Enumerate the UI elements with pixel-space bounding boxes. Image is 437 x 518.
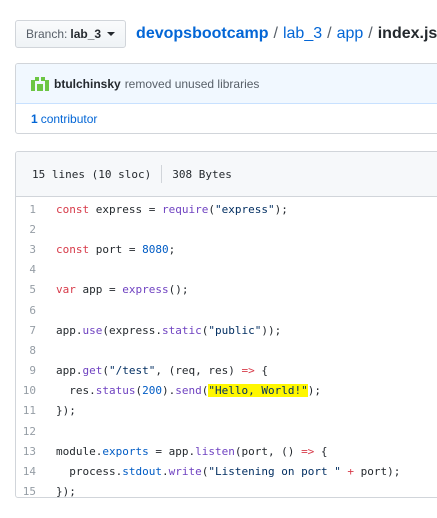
caret-down-icon <box>107 32 116 36</box>
breadcrumb-separator: / <box>368 25 373 42</box>
code-line: 12 <box>16 421 437 441</box>
commit-author-link[interactable]: btulchinsky <box>54 77 121 91</box>
branch-name: lab_3 <box>70 27 102 41</box>
contributors-count[interactable]: 1 <box>31 112 38 126</box>
code-line: 13 module.exports = app.listen(port, () … <box>16 441 437 461</box>
line-number[interactable]: 13 <box>16 445 56 458</box>
contributors-row[interactable]: 1 contributor <box>16 104 437 133</box>
code-line: 1 const express = require("express"); <box>16 199 437 219</box>
line-number[interactable]: 15 <box>16 485 56 497</box>
line-number[interactable]: 6 <box>16 304 56 317</box>
code-line: 10 res.status(200).send("Hello, World!")… <box>16 381 437 401</box>
commit-tease: btulchinsky removed unused libraries 1 c… <box>15 63 437 134</box>
file-line-count: 15 lines (10 sloc) <box>32 167 152 181</box>
file-viewer: 15 lines (10 sloc) 308 Bytes 1 const exp… <box>15 151 437 498</box>
line-number[interactable]: 10 <box>16 384 56 397</box>
code-line: 4 <box>16 260 437 280</box>
line-number[interactable]: 12 <box>16 425 56 438</box>
line-number[interactable]: 14 <box>16 465 56 478</box>
line-number[interactable]: 8 <box>16 344 56 357</box>
file-info-divider <box>161 165 163 183</box>
commit-message-link[interactable]: removed unused libraries <box>125 77 260 91</box>
code-text: var app = express(); <box>56 283 189 297</box>
file-navigation: Branch: lab_3 devopsbootcamp / lab_3 / a… <box>15 20 437 48</box>
code-text: const express = require("express"); <box>56 202 288 216</box>
avatar[interactable] <box>31 76 49 91</box>
code-line: 15 }); <box>16 482 437 498</box>
breadcrumb-repo-link[interactable]: devopsbootcamp <box>136 25 268 43</box>
code-line: 9 app.get("/test", (req, res) => { <box>16 361 437 381</box>
code-text: const port = 8080; <box>56 242 176 256</box>
line-number[interactable]: 3 <box>16 243 56 256</box>
code-line: 11 }); <box>16 401 437 421</box>
code-line: 6 <box>16 300 437 320</box>
code-line: 5 var app = express(); <box>16 280 437 300</box>
code-body: 1 const express = require("express"); 2 … <box>16 197 437 498</box>
code-line: 2 <box>16 219 437 239</box>
branch-label: Branch: <box>26 27 68 41</box>
code-line: 14 process.stdout.write("Listening on po… <box>16 461 437 481</box>
line-number[interactable]: 4 <box>16 263 56 276</box>
code-text: res.status(200).send("Hello, World!"); <box>56 384 321 398</box>
code-text: process.stdout.write("Listening on port … <box>56 465 401 479</box>
line-number[interactable]: 7 <box>16 324 56 337</box>
code-line: 8 <box>16 340 437 360</box>
contributors-label[interactable]: contributor <box>41 112 98 126</box>
file-size: 308 Bytes <box>172 167 232 181</box>
code-text: }); <box>56 404 76 418</box>
line-number[interactable]: 5 <box>16 283 56 296</box>
code-text: module.exports = app.listen(port, () => … <box>56 444 328 458</box>
breadcrumb-separator: / <box>327 25 332 42</box>
line-number[interactable]: 1 <box>16 203 56 216</box>
branch-select-button[interactable]: Branch: lab_3 <box>15 20 127 48</box>
line-number[interactable]: 9 <box>16 364 56 377</box>
breadcrumb-app-link[interactable]: app <box>337 25 364 43</box>
code-text: app.get("/test", (req, res) => { <box>56 364 268 378</box>
line-number[interactable]: 11 <box>16 404 56 417</box>
code-line: 3 const port = 8080; <box>16 239 437 259</box>
breadcrumb-current-file: index.js <box>377 25 437 42</box>
code-text: }); <box>56 485 76 498</box>
code-text: app.use(express.static("public")); <box>56 323 282 337</box>
line-number[interactable]: 2 <box>16 223 56 236</box>
file-header: 15 lines (10 sloc) 308 Bytes <box>16 152 437 197</box>
search-highlight: "Hello, World!" <box>208 384 308 398</box>
breadcrumb-lab3-link[interactable]: lab_3 <box>283 25 322 43</box>
breadcrumb: devopsbootcamp / lab_3 / app / index.js … <box>136 25 437 43</box>
breadcrumb-separator: / <box>273 25 278 42</box>
latest-commit: btulchinsky removed unused libraries <box>16 64 437 104</box>
code-line: 7 app.use(express.static("public")); <box>16 320 437 340</box>
